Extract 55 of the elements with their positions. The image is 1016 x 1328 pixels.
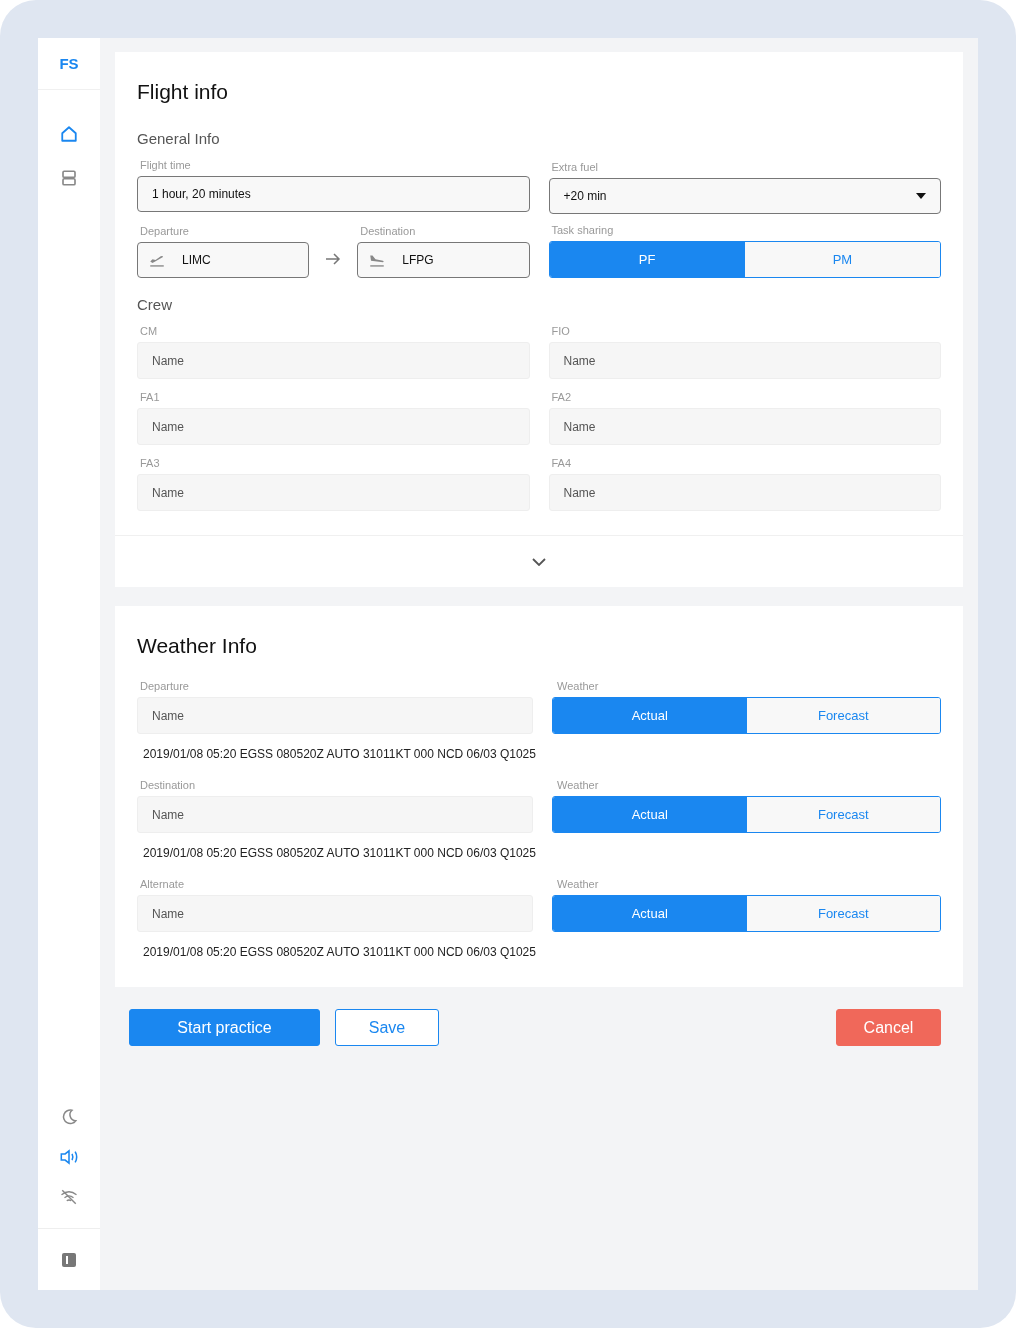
weather-report: 2019/01/08 05:20 EGSS 080520Z AUTO 31011KT 000 NCD 06/03 Q1025 — [143, 846, 537, 860]
field-label: Destination — [140, 779, 197, 791]
field-label: Weather — [557, 878, 600, 890]
speaker-icon[interactable] — [58, 1146, 80, 1168]
weather-report: 2019/01/08 05:20 EGSS 080520Z AUTO 31011KT 000 NCD 06/03 Q1025 — [143, 945, 537, 959]
flight-time-field[interactable]: 1 hour, 20 minutes — [137, 176, 530, 212]
start-practice-button[interactable]: Start practice — [129, 1009, 320, 1046]
name-field[interactable]: Name — [137, 408, 530, 445]
departure-field[interactable]: LIMC — [137, 242, 310, 278]
field-label: Departure — [140, 680, 190, 692]
panel-icon[interactable] — [62, 1252, 76, 1267]
section-heading: General Info — [137, 130, 221, 147]
segment-button[interactable]: Forecast — [746, 698, 940, 733]
destination-field[interactable]: LFPG — [357, 242, 530, 278]
segment-button[interactable]: Actual — [553, 797, 747, 832]
segment-button[interactable]: PF — [549, 242, 745, 277]
airport-field[interactable]: Name — [137, 697, 533, 734]
name-field[interactable]: Name — [137, 474, 530, 511]
field-label: FIO — [551, 325, 571, 337]
field-label: FA3 — [140, 457, 161, 469]
field-label: Weather — [557, 779, 600, 791]
name-field[interactable]: Name — [548, 342, 941, 379]
card-title: Weather Info — [137, 634, 258, 658]
field-label: CM — [140, 325, 159, 337]
caret-icon — [916, 193, 926, 199]
field-label: Alternate — [140, 878, 186, 890]
segment-button[interactable]: PM — [744, 242, 940, 277]
field-label: Task sharing — [551, 224, 615, 236]
segment-button[interactable]: Actual — [553, 698, 747, 733]
field-label: Weather — [557, 680, 600, 692]
section-heading: Crew — [137, 296, 173, 313]
field-label: Extra fuel — [551, 161, 599, 173]
card-title: Flight info — [137, 80, 230, 104]
weather-report: 2019/01/08 05:20 EGSS 080520Z AUTO 31011KT 000 NCD 06/03 Q1025 — [143, 747, 537, 761]
airport-field[interactable]: Name — [137, 796, 533, 833]
segment-button[interactable]: Actual — [553, 896, 747, 931]
chevron-down-icon[interactable] — [532, 557, 546, 566]
field-label: FA1 — [140, 391, 161, 403]
logo: FS — [38, 38, 100, 90]
save-button[interactable]: Save — [335, 1009, 439, 1046]
cancel-button[interactable]: Cancel — [836, 1009, 941, 1046]
field-label: Flight time — [140, 159, 192, 171]
segment-button[interactable]: Forecast — [746, 896, 940, 931]
name-field[interactable]: Name — [137, 342, 530, 379]
name-field[interactable]: Name — [548, 408, 941, 445]
home-icon[interactable] — [58, 123, 80, 145]
name-field[interactable]: Name — [548, 474, 941, 511]
field-label: Destination — [360, 225, 417, 237]
arrow-right-icon — [325, 252, 342, 266]
segment-button[interactable]: Forecast — [746, 797, 940, 832]
field-label: FA2 — [551, 391, 573, 403]
extra-fuel-select[interactable]: +20 min — [548, 178, 941, 214]
field-label: Departure — [140, 225, 190, 237]
airport-field[interactable]: Name — [137, 895, 533, 932]
field-label: FA4 — [551, 457, 573, 469]
